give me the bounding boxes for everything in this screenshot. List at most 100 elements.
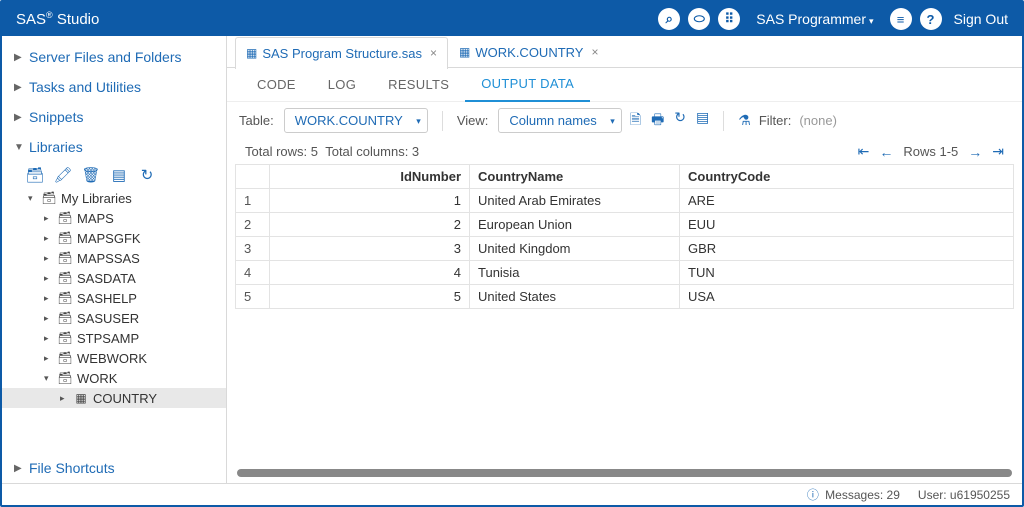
properties-icon[interactable]: ▤ [110,166,128,184]
doctab-label: WORK.COUNTRY [475,45,583,60]
user-menu[interactable]: SAS Programmer▾ [756,11,873,27]
user-status-label: User: [918,488,947,502]
tree-item-mapsgfk[interactable]: ▸🗃MAPSGFK [2,228,226,248]
total-rows: Total rows: 5 [245,144,318,159]
doctab-country[interactable]: ▦ WORK.COUNTRY × [448,36,609,68]
cell-id: 2 [270,213,470,237]
filter-label: Filter: [759,113,792,128]
tree-my-libraries[interactable]: ▾🗃My Libraries [2,188,226,208]
table-row[interactable]: 11United Arab EmiratesARE [236,189,1014,213]
section-shortcuts[interactable]: ▶File Shortcuts [2,453,226,483]
col-rownum[interactable] [236,165,270,189]
cell-code: GBR [680,237,1014,261]
filter-icon[interactable]: ⚗ [738,112,751,129]
cell-rownum: 2 [236,213,270,237]
view-label: View: [457,113,489,128]
next-page-icon[interactable]: → [968,144,982,160]
tab-log[interactable]: LOG [312,68,372,102]
table-dropdown-value: WORK.COUNTRY [295,113,403,128]
library-icon: 🗃 [57,231,73,245]
tree-item-label: MAPSSAS [77,251,140,266]
cell-rownum: 4 [236,261,270,285]
library-icon: 🗃 [57,371,73,385]
cell-code: ARE [680,189,1014,213]
delete-icon[interactable]: 🗑 [82,166,100,184]
col-countryname[interactable]: CountryName [470,165,680,189]
view-dropdown[interactable]: Column names▾ [498,108,621,133]
cell-id: 4 [270,261,470,285]
apps-icon[interactable]: ⠿ [718,8,740,30]
tree-item-label: COUNTRY [93,391,157,406]
tree-root-label: My Libraries [61,191,132,206]
more-icon[interactable]: ≡ [890,8,912,30]
refresh-icon[interactable]: ↻ [138,166,156,184]
first-page-icon[interactable]: ⇤ [858,143,870,160]
tree-item-maps[interactable]: ▸🗃MAPS [2,208,226,228]
tree-item-stpsamp[interactable]: ▸🗃STPSAMP [2,328,226,348]
doctab-program[interactable]: ▦ SAS Program Structure.sas × [235,37,448,69]
tree-item-webwork[interactable]: ▸🗃WEBWORK [2,348,226,368]
close-icon[interactable]: × [591,45,598,59]
tree-item-work[interactable]: ▾🗃WORK [2,368,226,388]
section-libraries-label: Libraries [29,139,83,155]
library-icon: 🗃 [57,271,73,285]
section-libraries[interactable]: ▼Libraries [2,132,226,162]
view-tabs: CODE LOG RESULTS OUTPUT DATA [227,68,1022,102]
status-bar: ⓘ Messages: 29 User: u61950255 [2,483,1022,505]
library-group-icon: 🗃 [41,191,57,205]
user-status: User: u61950255 [918,488,1010,502]
table-row[interactable]: 33United KingdomGBR [236,237,1014,261]
table-row[interactable]: 22European UnionEUU [236,213,1014,237]
cell-code: USA [680,285,1014,309]
col-idnumber[interactable]: IdNumber [270,165,470,189]
libraries-toolbar: 🗃 🖍 🗑 ▤ ↻ [2,162,226,188]
tab-results[interactable]: RESULTS [372,68,465,102]
messages-status[interactable]: ⓘ Messages: 29 [807,486,900,503]
col-countrycode[interactable]: CountryCode [680,165,1014,189]
messages-count: 29 [887,488,900,502]
app-header: SAS® Studio ⌕ ⬭ ⠿ SAS Programmer▾ ≡ ? Si… [2,2,1022,36]
pagination: ⇤ ← Rows 1-5 → ⇥ [858,143,1004,160]
horizontal-scrollbar[interactable] [237,469,1012,477]
cell-name: United States [470,285,680,309]
table-icon: ▦ [73,391,89,405]
section-snippets[interactable]: ▶Snippets [2,102,226,132]
export-icon[interactable]: 🗎 [630,109,641,133]
last-page-icon[interactable]: ⇥ [992,143,1004,160]
refresh-data-icon[interactable]: ↻ [674,109,686,133]
messages-label: Messages: [825,488,883,502]
divider [723,111,724,131]
section-files[interactable]: ▶Server Files and Folders [2,42,226,72]
prev-page-icon[interactable]: ← [879,144,893,160]
close-icon[interactable]: × [430,46,437,60]
open-icon[interactable]: ⬭ [688,8,710,30]
tree-item-sashelp[interactable]: ▸🗃SASHELP [2,288,226,308]
tab-output-data[interactable]: OUTPUT DATA [465,68,590,102]
cell-id: 3 [270,237,470,261]
library-icon: 🗃 [57,311,73,325]
table-row[interactable]: 44TunisiaTUN [236,261,1014,285]
library-icon: 🗃 [57,251,73,265]
columns-icon[interactable]: ▤ [696,109,709,133]
print-icon[interactable]: 🖶 [651,109,664,133]
tree-item-mapssas[interactable]: ▸🗃MAPSSAS [2,248,226,268]
signout-link[interactable]: Sign Out [954,11,1008,27]
table-dropdown[interactable]: WORK.COUNTRY▾ [284,108,428,133]
search-icon[interactable]: ⌕ [658,8,680,30]
table-label: Table: [239,113,274,128]
tree-item-label: STPSAMP [77,331,139,346]
data-grid: IdNumber CountryName CountryCode 11Unite… [235,164,1014,461]
table-row[interactable]: 55United StatesUSA [236,285,1014,309]
cell-code: EUU [680,213,1014,237]
toolbar-icons: 🗎 🖶 ↻ ▤ [630,109,709,133]
program-icon: ▦ [246,46,257,60]
tree-item-sasdata[interactable]: ▸🗃SASDATA [2,268,226,288]
tree-item-sasuser[interactable]: ▸🗃SASUSER [2,308,226,328]
edit-library-icon[interactable]: 🖍 [54,166,72,184]
help-icon[interactable]: ? [920,8,942,30]
tree-item-country[interactable]: ▸▦COUNTRY [2,388,226,408]
tab-code[interactable]: CODE [241,68,312,102]
section-tasks[interactable]: ▶Tasks and Utilities [2,72,226,102]
new-library-icon[interactable]: 🗃 [26,166,44,184]
section-snippets-label: Snippets [29,109,83,125]
